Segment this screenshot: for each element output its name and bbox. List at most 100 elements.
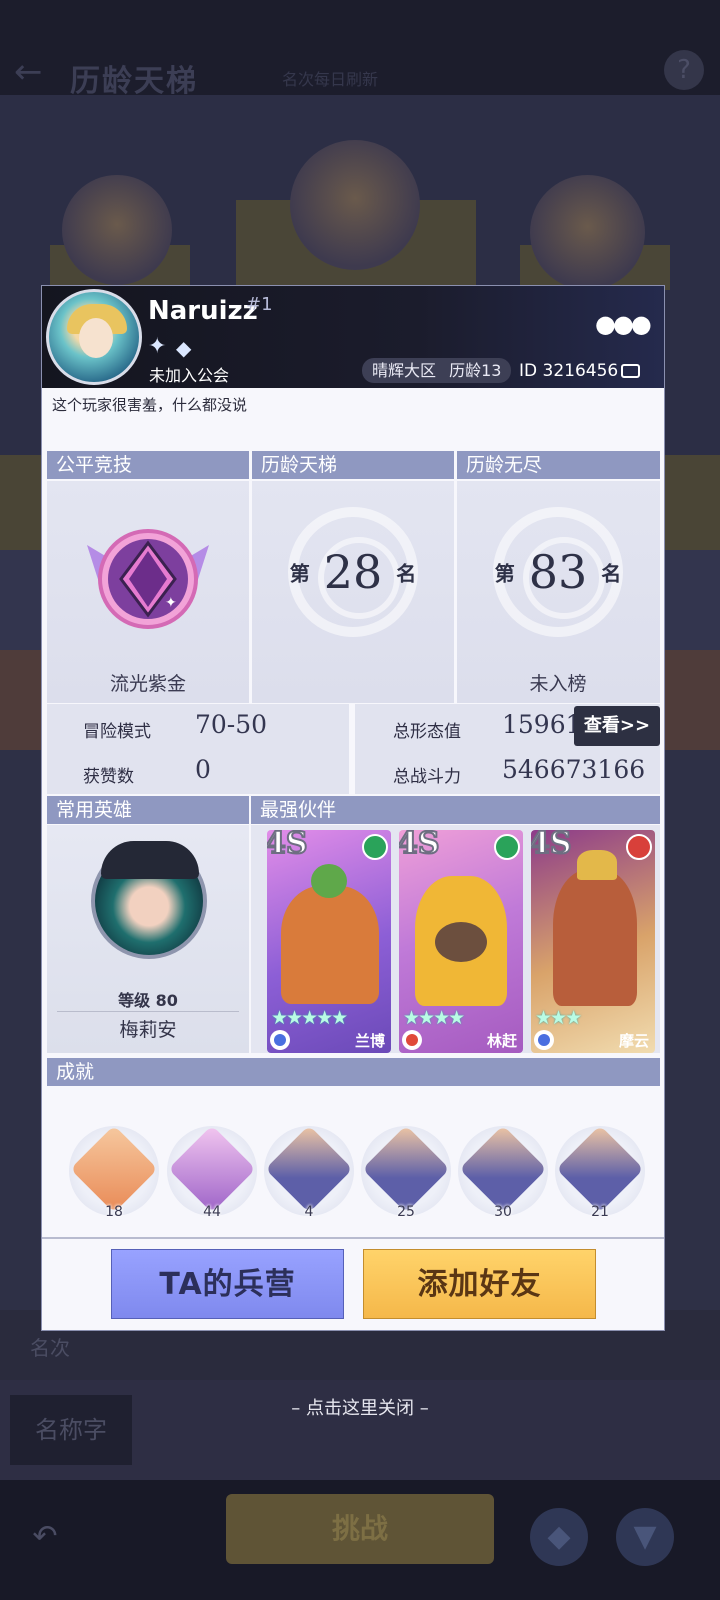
dialog-divider xyxy=(42,1237,664,1239)
partner-crown xyxy=(577,850,617,880)
ladder-header: 历龄天梯 xyxy=(252,451,454,479)
player-rank-tag: #1 xyxy=(246,294,273,315)
achievement-count: 30 xyxy=(494,1204,512,1220)
copy-id-icon[interactable] xyxy=(621,364,640,378)
svg-text:✦: ✦ xyxy=(165,595,177,611)
view-details-button[interactable]: 查看>> xyxy=(574,706,660,746)
fair-competition-cell[interactable]: ✦ 流光紫金 xyxy=(47,481,249,703)
partner-name: 摩云 xyxy=(618,1032,649,1050)
fair-tier-name: 流光紫金 xyxy=(109,673,186,695)
endless-rank-prefix: 第 xyxy=(494,561,515,586)
frequent-hero-cell[interactable]: 等级 80 梅莉安 xyxy=(47,825,249,1053)
player-age: 历龄13 xyxy=(449,361,502,380)
background-trophy-icon: ▼ xyxy=(616,1508,674,1566)
achievement-badge[interactable]: 21 xyxy=(555,1125,645,1220)
guild-status: 未加入公会 xyxy=(149,366,230,385)
partner-name: 林赶 xyxy=(486,1032,517,1050)
player-id: ID 3216456 xyxy=(519,361,619,381)
partner-grade: 4S xyxy=(267,830,309,862)
shield-achievement-icon xyxy=(556,1125,644,1213)
endless-rank: 第 83 名 xyxy=(457,545,659,599)
endless-cell[interactable]: 第 83 名 未入榜 xyxy=(457,481,660,703)
hero-divider xyxy=(57,1011,239,1012)
hero-hat xyxy=(101,841,199,879)
partner-grade: 4S xyxy=(531,830,573,862)
partner-head xyxy=(311,864,347,898)
ladder-rank: 第 28 名 xyxy=(252,545,454,599)
power-label: 总战斗力 xyxy=(393,767,461,787)
trident-achievement-icon xyxy=(70,1125,158,1213)
achievement-count: 21 xyxy=(591,1204,609,1220)
endless-header: 历龄无尽 xyxy=(457,451,660,479)
add-friend-button[interactable]: 添加好友 xyxy=(363,1249,596,1319)
partners-list: 4S ★★★★★ 兰博 4S ★★★★ 林赶 4S ★★★ 摩云 xyxy=(251,825,660,1053)
profile-header: Naruizz #1 ✦ ◆ 未加入公会 晴辉大区 历龄13 ID 321645… xyxy=(42,286,664,388)
achievement-badge[interactable]: 25 xyxy=(361,1125,451,1220)
ladder-cell[interactable]: 第 28 名 xyxy=(252,481,454,703)
partner-name: 兰博 xyxy=(354,1032,385,1050)
nature-element-icon xyxy=(494,834,520,860)
stats-left-box: 冒险模式 70-50 获赞数 0 xyxy=(47,704,349,794)
strongest-partners-header: 最强伙伴 xyxy=(251,796,660,824)
player-profile-dialog: Naruizz #1 ✦ ◆ 未加入公会 晴辉大区 历龄13 ID 321645… xyxy=(41,285,665,1331)
partner-stars: ★★★★ xyxy=(403,1007,465,1029)
endless-status: 未入榜 xyxy=(529,673,587,695)
adventure-value: 70-50 xyxy=(195,710,268,739)
diamond-badge-icon: ✦ xyxy=(148,334,167,359)
frequent-hero-header: 常用英雄 xyxy=(47,796,249,824)
partner-stars: ★★★★★ xyxy=(271,1007,348,1029)
shield-achievement-icon xyxy=(459,1125,547,1213)
background-challenge-button: 挑战 xyxy=(226,1494,494,1564)
likes-label: 获赞数 xyxy=(83,767,134,787)
hero-name: 梅莉安 xyxy=(119,1019,177,1041)
shield-achievement-icon xyxy=(265,1125,353,1213)
partner-card[interactable]: 4S ★★★★★ 兰博 xyxy=(267,830,391,1053)
achievement-count: 25 xyxy=(397,1204,415,1220)
podium-avatar-third xyxy=(530,175,645,290)
shield-achievement-icon xyxy=(362,1125,450,1213)
ladder-rank-suffix: 名 xyxy=(396,561,417,586)
hero-level: 等级 80 xyxy=(118,991,178,1010)
partner-card[interactable]: 4S ★★★★ 林赶 xyxy=(399,830,523,1053)
achievements-list: 18 44 4 25 30 21 xyxy=(47,1086,660,1236)
hero-portrait xyxy=(91,841,207,959)
help-icon: ? xyxy=(664,50,704,90)
background-title: 历龄天梯 xyxy=(70,64,198,99)
support-class-icon xyxy=(534,1030,554,1050)
region-tag: 晴辉大区 历龄13 xyxy=(362,358,512,383)
fire-element-icon xyxy=(626,834,652,860)
adventure-label: 冒险模式 xyxy=(83,722,151,742)
achievement-badge[interactable]: 4 xyxy=(264,1125,354,1220)
achievement-badge[interactable]: 30 xyxy=(458,1125,548,1220)
endless-rank-suffix: 名 xyxy=(601,561,622,586)
background-shield-icon: ◆ xyxy=(530,1508,588,1566)
gem-badge-icon: ◆ xyxy=(176,336,192,360)
partner-grade: 4S xyxy=(399,830,441,862)
background-rank-text: 名次 xyxy=(30,1336,70,1360)
form-value-label: 总形态值 xyxy=(393,722,461,742)
nature-element-icon xyxy=(362,834,388,860)
ladder-rank-number: 28 xyxy=(323,545,383,599)
more-options-button[interactable]: ●●● xyxy=(595,310,652,338)
power-value: 546673166 xyxy=(502,755,646,784)
view-barracks-button[interactable]: TA的兵营 xyxy=(111,1249,344,1319)
close-dialog-hint[interactable]: – 点击这里关闭 – xyxy=(0,1394,720,1420)
partner-card[interactable]: 4S ★★★ 摩云 xyxy=(531,830,655,1053)
tank-class-icon xyxy=(402,1030,422,1050)
return-icon: ↶ xyxy=(32,1519,58,1554)
podium-avatar-first xyxy=(290,140,420,270)
partner-figure xyxy=(281,886,379,1004)
podium-avatar-second xyxy=(62,175,172,285)
fair-competition-header: 公平竞技 xyxy=(47,451,249,479)
partner-face xyxy=(435,922,487,962)
achievement-badge[interactable]: 44 xyxy=(167,1125,257,1220)
achievement-badge[interactable]: 18 xyxy=(69,1125,159,1220)
support-class-icon xyxy=(270,1030,290,1050)
player-avatar[interactable] xyxy=(46,289,142,385)
background-subtitle: 名次每日刷新 xyxy=(282,70,379,89)
back-arrow-icon: ← xyxy=(14,52,43,92)
crest-achievement-icon xyxy=(168,1125,256,1213)
purple-gold-rank-emblem-icon: ✦ xyxy=(87,529,209,629)
player-signature: 这个玩家很害羞，什么都没说 xyxy=(52,396,248,414)
achievement-count: 4 xyxy=(304,1204,314,1220)
